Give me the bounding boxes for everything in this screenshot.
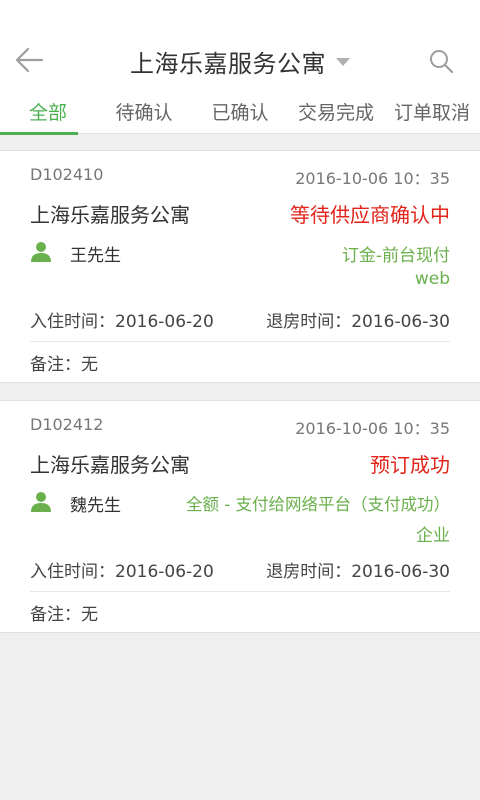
order-number: D102412 bbox=[30, 415, 104, 434]
person-icon bbox=[31, 492, 51, 512]
person-icon bbox=[31, 242, 51, 262]
checkin-date: 入住时间：2016-06-20 bbox=[30, 562, 214, 582]
guest-row: 魏先生 全额 - 支付给网络平台（支付成功） bbox=[30, 491, 450, 516]
checkout-date: 退房时间：2016-06-30 bbox=[266, 562, 450, 582]
payment-method: 订金-前台现付 bbox=[341, 246, 450, 266]
caret-down-icon bbox=[336, 58, 350, 66]
tab-completed[interactable]: 交易完成 bbox=[288, 90, 384, 134]
status-badge: 等待供应商确认中 bbox=[290, 203, 450, 227]
tab-confirmed[interactable]: 已确认 bbox=[192, 90, 288, 134]
tab-all[interactable]: 全部 bbox=[0, 90, 96, 135]
status-tabs: 全部 待确认 已确认 交易完成 订单取消 bbox=[0, 90, 480, 135]
search-icon[interactable] bbox=[428, 48, 454, 74]
app-header: 上海乐嘉服务公寓 bbox=[0, 0, 480, 90]
order-hotel-row: 上海乐嘉服务公寓 预订成功 bbox=[30, 449, 450, 477]
title-dropdown[interactable]: 上海乐嘉服务公寓 bbox=[0, 44, 480, 78]
page-title: 上海乐嘉服务公寓 bbox=[130, 49, 326, 78]
hotel-name: 上海乐嘉服务公寓 bbox=[30, 453, 190, 477]
order-note: 备注：无 bbox=[30, 355, 98, 375]
divider bbox=[30, 341, 450, 342]
channel-row: 企业 bbox=[30, 521, 450, 546]
order-number: D102410 bbox=[30, 165, 104, 184]
order-hotel-row: 上海乐嘉服务公寓 等待供应商确认中 bbox=[30, 199, 450, 227]
order-channel: web bbox=[414, 269, 450, 289]
order-header-row: D102412 2016-10-06 10：35 bbox=[30, 415, 450, 438]
order-time: 2016-10-06 10：35 bbox=[295, 419, 450, 438]
guest-row: 王先生 订金-前台现付 bbox=[30, 241, 450, 266]
order-time: 2016-10-06 10：35 bbox=[295, 169, 450, 188]
checkin-date: 入住时间：2016-06-20 bbox=[30, 312, 214, 332]
order-channel: 企业 bbox=[416, 526, 450, 546]
dates-row: 入住时间：2016-06-20 退房时间：2016-06-30 bbox=[30, 307, 450, 332]
dates-row: 入住时间：2016-06-20 退房时间：2016-06-30 bbox=[30, 557, 450, 582]
tab-pending[interactable]: 待确认 bbox=[96, 90, 192, 134]
note-row: 备注：无 bbox=[30, 350, 450, 375]
guest-name: 王先生 bbox=[70, 246, 121, 266]
tab-cancelled[interactable]: 订单取消 bbox=[384, 90, 480, 134]
note-row: 备注：无 bbox=[30, 600, 450, 625]
order-header-row: D102410 2016-10-06 10：35 bbox=[30, 165, 450, 188]
guest-name: 魏先生 bbox=[70, 496, 121, 516]
channel-row: web bbox=[30, 269, 450, 293]
hotel-name: 上海乐嘉服务公寓 bbox=[30, 203, 190, 227]
order-note: 备注：无 bbox=[30, 605, 98, 625]
status-badge: 预订成功 bbox=[370, 453, 450, 477]
divider bbox=[30, 591, 450, 592]
checkout-date: 退房时间：2016-06-30 bbox=[266, 312, 450, 332]
payment-method: 全额 - 支付给网络平台（支付成功） bbox=[186, 495, 450, 514]
order-card[interactable]: D102412 2016-10-06 10：35 上海乐嘉服务公寓 预订成功 魏… bbox=[0, 400, 480, 633]
order-card[interactable]: D102410 2016-10-06 10：35 上海乐嘉服务公寓 等待供应商确… bbox=[0, 150, 480, 383]
